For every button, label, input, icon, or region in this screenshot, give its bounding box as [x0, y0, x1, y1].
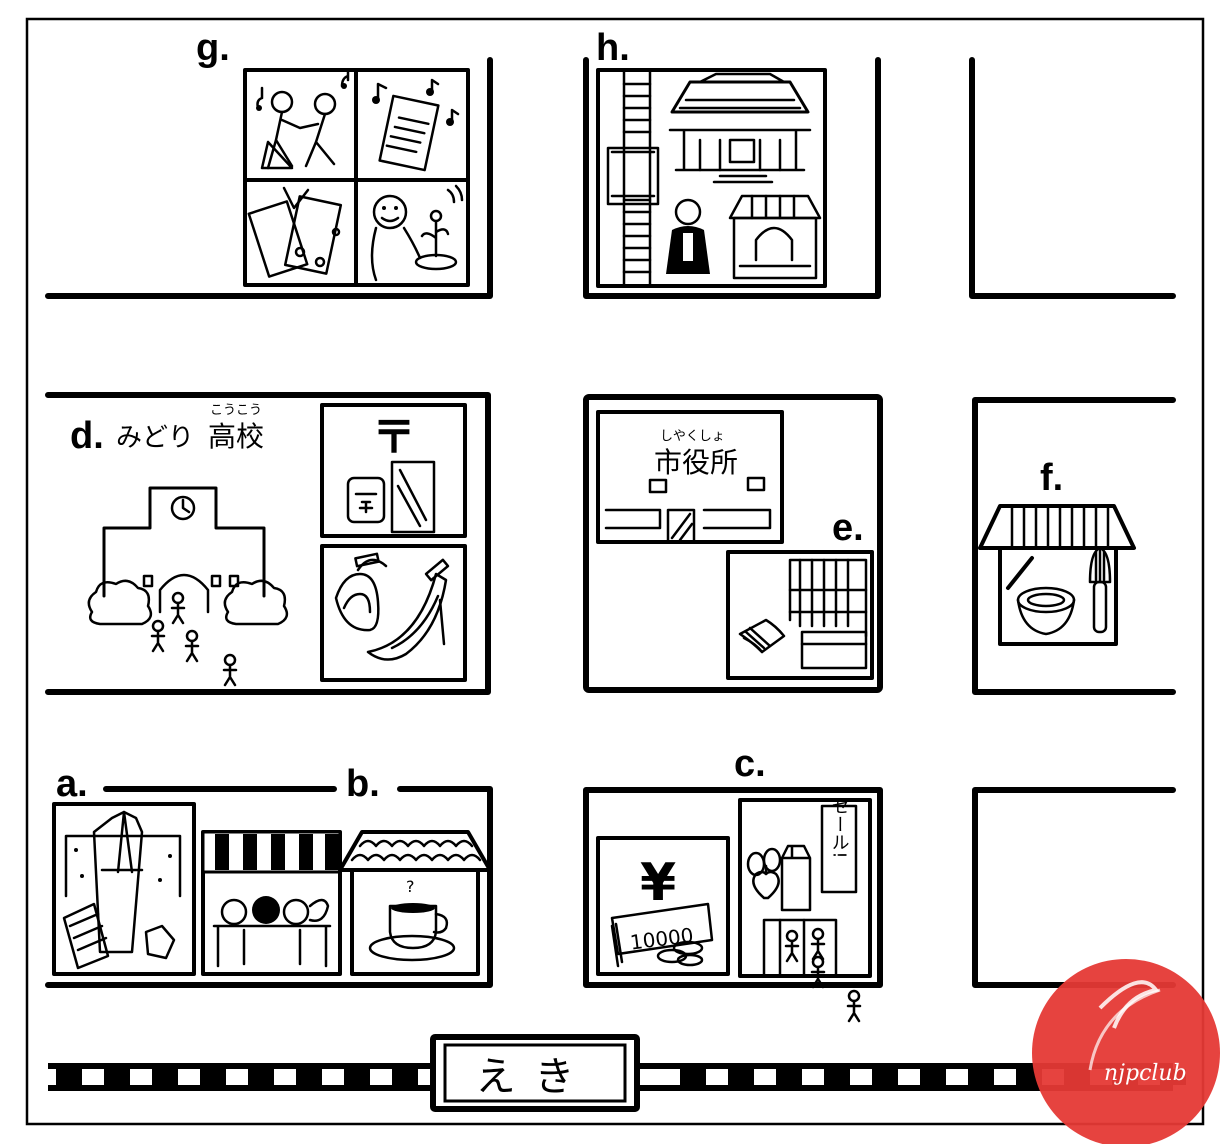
rail-tie — [392, 1069, 418, 1085]
rail-tie — [728, 1069, 754, 1085]
block-top-right — [969, 57, 1176, 299]
label-g: g. — [196, 27, 230, 69]
block-bottom-right — [972, 787, 1176, 988]
tea-shop[interactable]: f. — [978, 457, 1136, 646]
temple[interactable]: h. — [596, 27, 827, 288]
city-hall[interactable]: しやくしょ 市役所 — [596, 410, 784, 544]
post-office[interactable]: 〒 — [320, 403, 467, 538]
label-h: h. — [596, 27, 630, 69]
rail-tie — [680, 1069, 706, 1085]
students-icon — [150, 591, 238, 687]
town-map: g. h. d. みどり 高校 こうこう 〒 しやくしょ 市役所 e. f. a… — [25, 17, 1220, 1144]
label-e: e. — [832, 507, 864, 549]
rail-tie — [248, 1069, 274, 1085]
fruit-shop[interactable] — [201, 830, 342, 976]
city-hall-name: 市役所 — [654, 446, 738, 479]
school-building-icon — [87, 486, 289, 626]
station[interactable]: えき — [430, 1034, 640, 1112]
label-b: b. — [346, 763, 380, 805]
rail-tie — [968, 1069, 994, 1085]
watermark-logo: njpclub — [1032, 959, 1220, 1144]
school-furigana: こうこう — [210, 403, 262, 418]
station-name: えき — [476, 1054, 595, 1100]
label-d: d. — [70, 415, 104, 457]
rail-tie — [104, 1069, 130, 1085]
supermarket[interactable]: c. セール! — [734, 743, 872, 1023]
bank[interactable]: ¥ 10000 — [596, 836, 730, 976]
school-name-kanji: 高校 — [208, 420, 264, 453]
rail-tie — [824, 1069, 850, 1085]
rail-tie — [920, 1069, 946, 1085]
watermark-text: njpclub — [1104, 1061, 1187, 1086]
yen-symbol: ¥ — [640, 853, 676, 913]
high-school[interactable]: d. みどり 高校 こうこう — [70, 403, 289, 687]
label-c: c. — [734, 743, 766, 785]
coffee-steam: ? — [406, 877, 415, 896]
school-name-prefix: みどり — [116, 423, 194, 453]
rail-tie — [872, 1069, 898, 1085]
label-f: f. — [1040, 457, 1063, 499]
label-a: a. — [56, 763, 88, 805]
rail-tie — [776, 1069, 802, 1085]
rail-tie — [296, 1069, 322, 1085]
rail-tie — [152, 1069, 178, 1085]
post-office-symbol: 〒 — [372, 412, 416, 463]
rail-tie — [200, 1069, 226, 1085]
city-hall-furigana: しやくしょ — [660, 429, 725, 444]
rail-tie — [56, 1069, 82, 1085]
kimono-shop[interactable]: a. — [52, 763, 196, 976]
shoe-store[interactable] — [320, 544, 467, 682]
sale-sign-text: セール! — [829, 797, 850, 858]
awning-icon — [201, 830, 342, 874]
cafe[interactable]: b. ? — [338, 763, 492, 976]
culture-center[interactable]: g. — [196, 27, 470, 287]
rail-tie — [344, 1069, 370, 1085]
